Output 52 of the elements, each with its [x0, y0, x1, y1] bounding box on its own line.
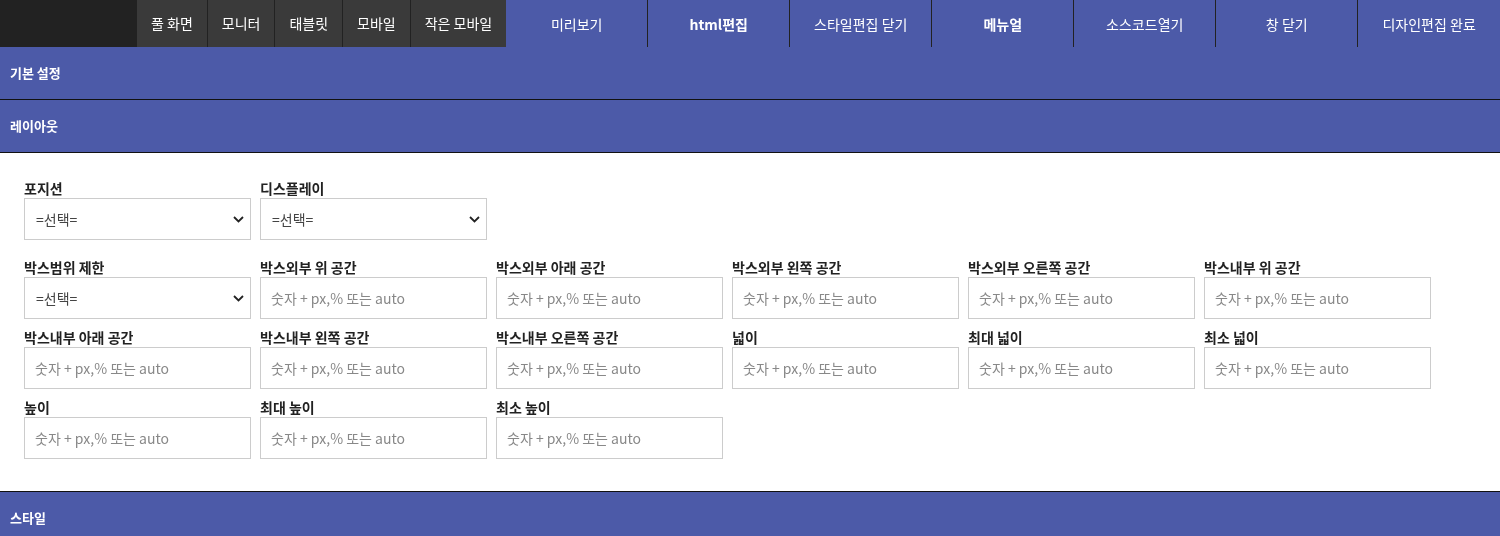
input-field[interactable]: 숫자 + px,% 또는 auto [496, 277, 723, 319]
toolbar-button[interactable]: 소스코드열기 [1074, 0, 1217, 47]
field-label: 박스외부 오른쪽 공간 [968, 258, 1092, 277]
input-field[interactable]: 숫자 + px,% 또는 auto [968, 347, 1195, 389]
field-label: 박스범위 제한 [24, 258, 106, 277]
section-header[interactable]: 스타일 [0, 492, 1500, 536]
input-field[interactable]: 숫자 + px,% 또는 auto [260, 347, 487, 389]
field-label: 최소 높이 [496, 398, 552, 417]
chevron-down-icon [233, 215, 244, 223]
chevron-down-icon [469, 215, 480, 223]
select-field[interactable]: =선택= [24, 277, 251, 319]
field-label: 박스내부 오른쪽 공간 [496, 328, 620, 347]
toolbar-button[interactable]: 창 닫기 [1216, 0, 1359, 47]
field-label: 박스내부 왼쪽 공간 [260, 328, 371, 347]
field-label: 최대 넓이 [968, 328, 1024, 347]
input-field[interactable]: 숫자 + px,% 또는 auto [1204, 277, 1431, 319]
input-field[interactable]: 숫자 + px,% 또는 auto [496, 417, 723, 459]
toolbar-button[interactable]: html편집 [648, 0, 791, 47]
toolbar-button[interactable]: 미리보기 [506, 0, 649, 47]
field-label: 박스내부 아래 공간 [24, 328, 135, 347]
device-tab[interactable]: 작은 모바일 [410, 0, 507, 47]
section-header[interactable]: 기본 설정 [0, 47, 1500, 100]
input-field[interactable]: 숫자 + px,% 또는 auto [1204, 347, 1431, 389]
select-field[interactable]: =선택= [24, 198, 251, 240]
field-label: 디스플레이 [260, 179, 326, 198]
field-label: 박스외부 위 공간 [260, 258, 358, 277]
input-field[interactable]: 숫자 + px,% 또는 auto [24, 347, 251, 389]
field-label: 박스내부 위 공간 [1204, 258, 1302, 277]
field-label: 박스외부 왼쪽 공간 [732, 258, 843, 277]
toolbar-button[interactable]: 스타일편집 닫기 [790, 0, 933, 47]
field-label: 박스외부 아래 공간 [496, 258, 607, 277]
device-tab[interactable]: 풀 화면 [137, 0, 208, 47]
toolbar-button[interactable]: 메뉴얼 [932, 0, 1075, 47]
device-tab[interactable]: 모바일 [343, 0, 411, 47]
input-field[interactable]: 숫자 + px,% 또는 auto [732, 347, 959, 389]
field-label: 넓이 [732, 328, 759, 347]
device-tab[interactable]: 모니터 [207, 0, 276, 47]
input-field[interactable]: 숫자 + px,% 또는 auto [732, 277, 959, 319]
field-label: 높이 [24, 398, 51, 417]
field-label: 최소 넓이 [1204, 328, 1260, 347]
toolbar-button[interactable]: 디자인편집 완료 [1358, 0, 1500, 47]
device-tab[interactable]: 태블릿 [275, 0, 344, 47]
select-field[interactable]: =선택= [260, 198, 487, 240]
chevron-down-icon [233, 294, 244, 302]
field-label: 포지션 [24, 179, 64, 198]
field-label: 최대 높이 [260, 398, 316, 417]
input-field[interactable]: 숫자 + px,% 또는 auto [24, 417, 251, 459]
input-field[interactable]: 숫자 + px,% 또는 auto [968, 277, 1195, 319]
section-header[interactable]: 레이아웃 [0, 100, 1500, 153]
input-field[interactable]: 숫자 + px,% 또는 auto [496, 347, 723, 389]
input-field[interactable]: 숫자 + px,% 또는 auto [260, 417, 487, 459]
input-field[interactable]: 숫자 + px,% 또는 auto [260, 277, 487, 319]
